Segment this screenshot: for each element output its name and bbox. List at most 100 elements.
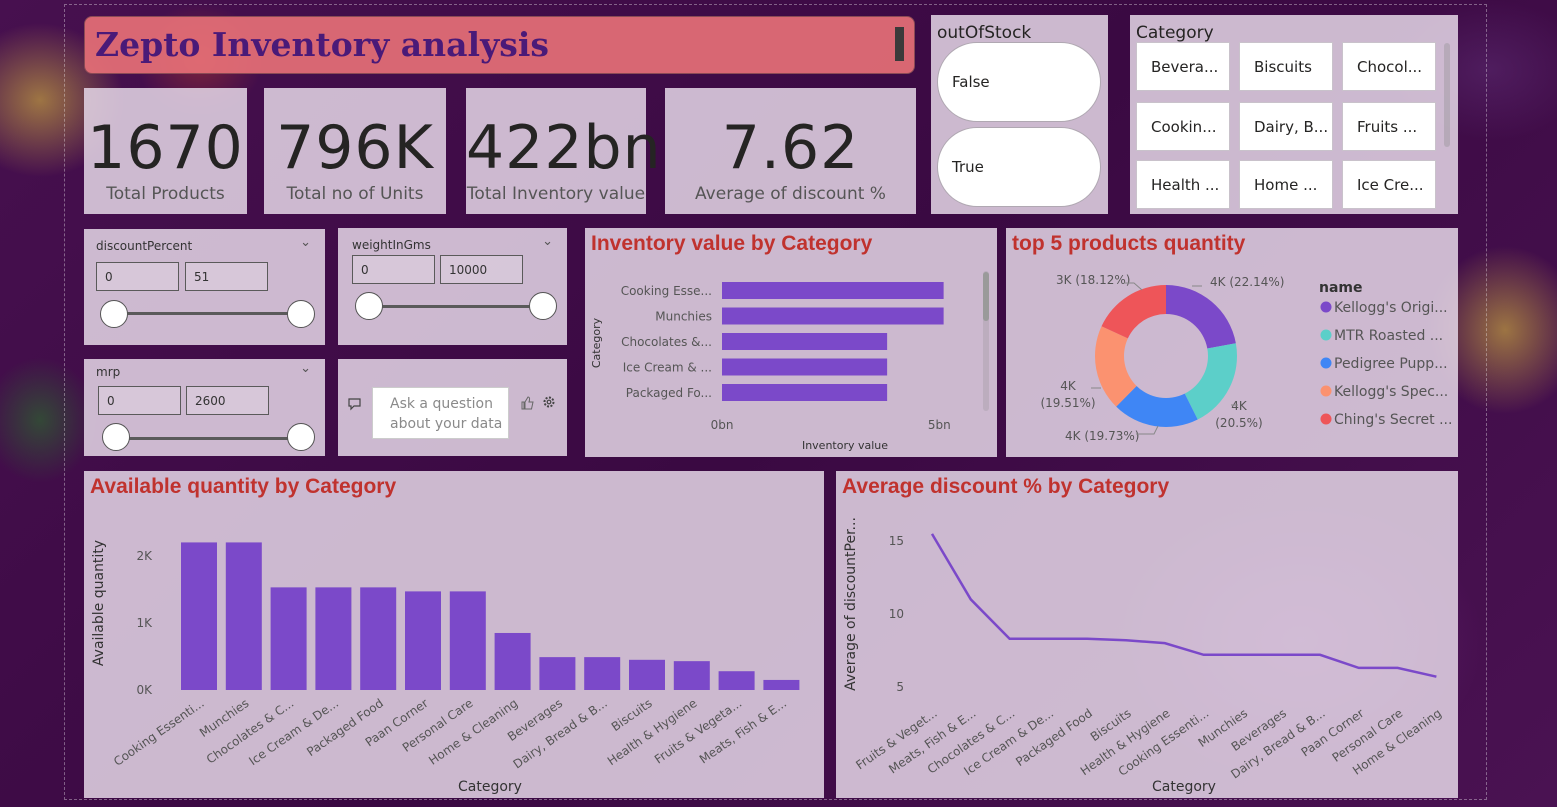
x-tick-label: 5bn — [928, 418, 951, 432]
chat-icon — [348, 398, 361, 411]
slider-track[interactable] — [114, 312, 302, 315]
slider-track[interactable] — [368, 305, 544, 308]
thumbs-up-icon[interactable] — [519, 395, 535, 411]
kpi-value: 7.62 — [721, 113, 860, 183]
donut-slice — [1101, 285, 1166, 339]
category-tile[interactable]: Fruits ... — [1342, 102, 1436, 151]
category-tile[interactable]: Health ... — [1136, 160, 1230, 209]
legend-label: Kellogg's Spec... — [1334, 384, 1448, 400]
y-tick-label: 15 — [889, 534, 904, 548]
available-quantity-chart: Available quantity by Category 0K 1K 2K Coo… — [84, 471, 824, 798]
kpi-card-total-products[interactable]: 1670 Total Products — [84, 88, 247, 214]
title-marker — [895, 27, 904, 61]
category-tick-label: Cooking Esse... — [621, 284, 712, 298]
category-tile[interactable]: Ice Cre... — [1342, 160, 1436, 209]
tile-label: Cookin... — [1151, 118, 1217, 136]
y-tick-label: 0K — [136, 683, 153, 697]
bar — [763, 679, 800, 690]
slider-track[interactable] — [116, 437, 302, 440]
top5-products-chart: top 5 products quantity 4K (22.14%) 4K (20… — [1006, 228, 1458, 457]
weight-slicer: weightInGms ⌄ 0 10000 — [338, 228, 567, 345]
legend-label: Pedigree Pupp... — [1334, 356, 1448, 372]
kpi-card-avg-discount[interactable]: 7.62 Average of discount % — [665, 88, 916, 214]
qa-visual: Ask a question about your data — [338, 359, 567, 456]
qa-input[interactable]: Ask a question about your data — [372, 387, 509, 439]
scrollbar[interactable] — [1444, 43, 1450, 147]
kpi-card-inventory-value[interactable]: 422bn Total Inventory value — [466, 88, 661, 214]
slider-max-handle[interactable] — [287, 423, 315, 451]
legend-label: Ching's Secret ... — [1334, 412, 1452, 428]
bar — [718, 671, 755, 690]
qa-placeholder-line1: Ask a question — [390, 396, 493, 412]
chevron-down-icon[interactable]: ⌄ — [542, 234, 553, 249]
scrollbar-thumb — [983, 272, 989, 321]
slider-max-handle[interactable] — [287, 300, 315, 328]
tile-label: Fruits ... — [1357, 118, 1418, 136]
tile-label: Home ... — [1254, 176, 1318, 194]
legend-marker — [1320, 413, 1332, 425]
y-axis-label: Available quantity — [91, 540, 107, 666]
kpi-label: Total Inventory value — [466, 184, 646, 204]
bar — [315, 587, 352, 690]
slicer-name: mrp — [96, 365, 121, 379]
slicer-name: weightInGms — [352, 238, 431, 252]
category-slicer: Category Bevera... Biscuits Chocol... Co… — [1130, 15, 1458, 214]
bar — [722, 384, 888, 401]
bar — [673, 661, 710, 690]
y-tick-label: 5 — [896, 680, 904, 694]
kpi-value: 796K — [276, 113, 434, 183]
category-tile[interactable]: Biscuits — [1239, 42, 1333, 91]
tile-label: Ice Cre... — [1357, 176, 1424, 194]
min-input[interactable]: 0 — [98, 386, 181, 415]
bar — [360, 587, 397, 690]
inventory-value-svg: Cooking Esse... Munchies Chocolates &... Ic… — [590, 271, 989, 452]
option-label: False — [952, 73, 990, 91]
y-tick-label: 10 — [889, 607, 904, 621]
slicer-option-false[interactable]: False — [937, 42, 1101, 122]
legend-label: MTR Roasted ... — [1334, 328, 1443, 344]
category-tick-label: Ice Cream & ... — [623, 361, 712, 375]
slider-max-handle[interactable] — [529, 292, 557, 320]
bar — [270, 587, 307, 690]
chevron-down-icon[interactable]: ⌄ — [300, 235, 311, 250]
bar — [405, 591, 441, 690]
x-tick-label: Packaged Food — [304, 696, 386, 759]
min-input[interactable]: 0 — [352, 255, 435, 284]
y-tick-label: 1K — [136, 616, 153, 630]
slider-min-handle[interactable] — [355, 292, 383, 320]
max-input[interactable]: 2600 — [186, 386, 269, 415]
category-tick-label: Chocolates &... — [621, 335, 712, 349]
chevron-down-icon[interactable]: ⌄ — [300, 361, 311, 376]
slice-data-label: 3K (18.12%) — [1056, 273, 1130, 287]
x-axis-label: Inventory value — [802, 439, 888, 452]
top5-products-svg: 4K (22.14%) 4K (20.5%) 4K (19.73%) 4K (19.51%… — [1040, 273, 1452, 443]
max-input[interactable]: 10000 — [440, 255, 523, 284]
slicer-option-true[interactable]: True — [937, 127, 1101, 207]
gear-icon[interactable] — [542, 395, 556, 409]
category-tile[interactable]: Dairy, B... — [1239, 102, 1333, 151]
bar — [449, 591, 486, 690]
category-tick-label: Packaged Fo... — [626, 386, 712, 400]
discount-percent-slicer: discountPercent ⌄ 0 51 — [84, 229, 325, 345]
report-title-bar: Zepto Inventory analysis — [84, 16, 915, 74]
series-line — [930, 533, 1437, 678]
mrp-slicer: mrp ⌄ 0 2600 — [84, 359, 325, 456]
slider-min-handle[interactable] — [102, 423, 130, 451]
category-tick-label: Munchies — [655, 310, 712, 324]
bar — [181, 542, 217, 690]
kpi-card-total-units[interactable]: 796K Total no of Units — [264, 88, 446, 214]
kpi-label: Total no of Units — [286, 184, 424, 204]
tile-label: Chocol... — [1357, 58, 1423, 76]
bar — [494, 632, 531, 690]
category-tile[interactable]: Cookin... — [1136, 102, 1230, 151]
category-tile[interactable]: Chocol... — [1342, 42, 1436, 91]
slider-min-handle[interactable] — [100, 300, 128, 328]
min-input[interactable]: 0 — [96, 262, 179, 291]
slice-data-label: 4K — [1060, 379, 1077, 393]
bar — [584, 657, 621, 690]
donut-slice — [1166, 285, 1236, 349]
category-tile[interactable]: Home ... — [1239, 160, 1333, 209]
category-tile[interactable]: Bevera... — [1136, 42, 1230, 91]
y-axis-label: Average of discountPer... — [843, 517, 859, 691]
max-input[interactable]: 51 — [185, 262, 268, 291]
